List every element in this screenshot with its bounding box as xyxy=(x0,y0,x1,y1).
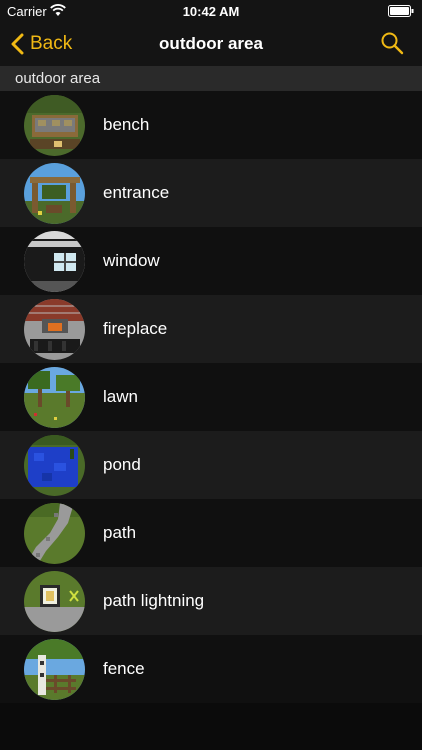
item-label: entrance xyxy=(103,183,170,202)
item-label: bench xyxy=(103,115,150,134)
fence-thumbnail xyxy=(24,638,85,700)
path-thumbnail xyxy=(24,502,85,564)
item-label: path lightning xyxy=(103,591,205,610)
section-header: outdoor area xyxy=(0,66,422,91)
fireplace-thumbnail xyxy=(24,298,85,360)
battery-icon xyxy=(388,5,414,17)
screen: Carrier 10:42 AM Back outdoor area outdo… xyxy=(0,0,422,750)
list-item-pond[interactable]: pond xyxy=(0,431,422,499)
navigation-bar: Back outdoor area xyxy=(0,22,422,66)
search-icon[interactable] xyxy=(380,31,404,55)
list-item-path-lightning[interactable]: path lightning xyxy=(0,567,422,635)
list-item-fence[interactable]: fence xyxy=(0,635,422,703)
lawn-thumbnail xyxy=(24,366,85,428)
item-label: pond xyxy=(103,455,141,474)
status-time: 10:42 AM xyxy=(182,4,240,19)
status-bar: Carrier 10:42 AM xyxy=(0,0,422,22)
window-thumbnail xyxy=(24,230,85,292)
list-item-entrance[interactable]: entrance xyxy=(0,159,422,227)
list-item-bench[interactable]: bench xyxy=(0,91,422,159)
item-label: fence xyxy=(103,659,145,678)
bench-thumbnail xyxy=(24,94,85,156)
path-lightning-thumbnail xyxy=(24,570,85,632)
list-item-path[interactable]: path xyxy=(0,499,422,567)
item-list: bench entrance window fireplace lawn pon… xyxy=(0,91,422,703)
page-title: outdoor area xyxy=(159,34,263,53)
item-label: lawn xyxy=(103,387,138,406)
pond-thumbnail xyxy=(24,434,85,496)
list-item-window[interactable]: window xyxy=(0,227,422,295)
item-label: window xyxy=(103,251,160,270)
entrance-thumbnail xyxy=(24,162,85,224)
item-label: fireplace xyxy=(103,319,168,338)
item-label: path xyxy=(103,523,137,542)
list-item-fireplace[interactable]: fireplace xyxy=(0,295,422,363)
list-item-lawn[interactable]: lawn xyxy=(0,363,422,431)
